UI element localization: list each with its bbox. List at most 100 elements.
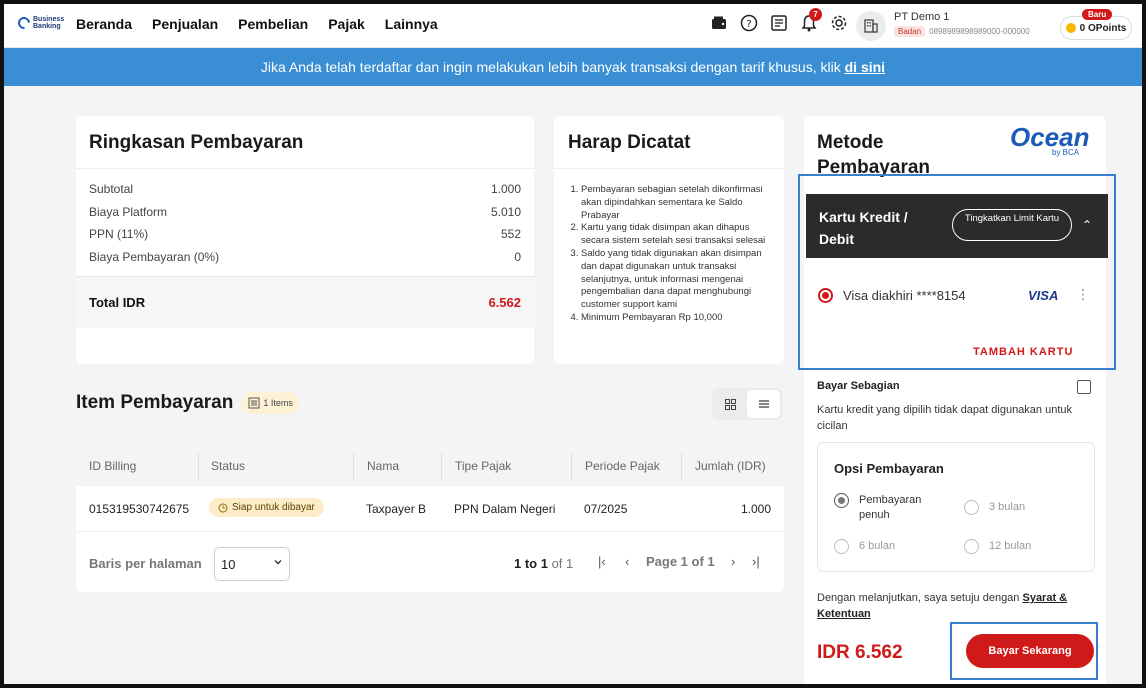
column-separator	[571, 454, 572, 480]
option-3-months[interactable]: 3 bulan	[964, 500, 1025, 515]
card-label: Visa diakhiri ****8154	[843, 288, 966, 303]
radio-button[interactable]	[964, 500, 979, 515]
column-header[interactable]: Nama	[367, 459, 399, 473]
notification-count-badge: 7	[809, 8, 822, 21]
nav-pajak[interactable]: Pajak	[328, 16, 365, 32]
status-badge: Siap untuk dibayar	[209, 498, 324, 517]
prev-page-icon[interactable]: ‹	[625, 554, 629, 569]
table-row[interactable]: 015319530742675 Siap untuk dibayar Taxpa…	[76, 486, 784, 532]
pay-button-highlight: Bayar Sekarang	[950, 622, 1098, 680]
page-range-start: 1 to	[514, 556, 541, 571]
option-12-months[interactable]: 12 bulan	[964, 539, 1031, 554]
brand-logo[interactable]: Business Banking	[15, 14, 67, 32]
banner-link[interactable]: di sini	[845, 59, 885, 75]
company-building-icon[interactable]	[856, 11, 886, 41]
total-value: 6.562	[488, 295, 521, 310]
summary-row: Subtotal 1.000	[89, 182, 521, 196]
partial-payment-checkbox[interactable]	[1077, 380, 1091, 394]
partial-payment-label: Bayar Sebagian	[817, 380, 900, 392]
radio-button[interactable]	[834, 539, 849, 554]
payment-options: Opsi Pembayaran Pembayaran penuh 3 bulan…	[817, 442, 1095, 572]
pay-now-button[interactable]: Bayar Sekarang	[966, 634, 1094, 668]
column-header[interactable]: Jumlah (IDR)	[695, 459, 766, 473]
column-header[interactable]: ID Billing	[89, 459, 136, 473]
summary-title: Ringkasan Pembayaran	[89, 132, 304, 153]
top-navbar: Business Banking Beranda Penjualan Pembe…	[4, 4, 1142, 48]
credit-card-title: Kartu Kredit / Debit	[819, 209, 908, 247]
company-switcher[interactable]: PT Demo 1 Badan 0898989898989000-000000	[894, 11, 1030, 37]
page-range-end: 1	[540, 556, 548, 571]
more-options-icon[interactable]: ⋮	[1076, 286, 1090, 303]
nav-beranda[interactable]: Beranda	[76, 16, 132, 32]
chevron-up-icon[interactable]: ⌃	[1082, 218, 1092, 232]
notes-title: Harap Dicatat	[568, 132, 691, 153]
divider	[76, 168, 534, 169]
options-title: Opsi Pembayaran	[834, 461, 944, 476]
nav-lainnya[interactable]: Lainnya	[385, 16, 438, 32]
items-header: Item Pembayaran 1 Items	[76, 392, 300, 414]
gear-icon[interactable]	[830, 14, 848, 32]
note-item: Kartu yang tidak disimpan akan dihapus s…	[581, 222, 769, 248]
option-6-months[interactable]: 6 bulan	[834, 539, 895, 554]
document-icon[interactable]	[770, 14, 788, 32]
company-id: 0898989898989000-000000	[929, 27, 1030, 36]
cell-name: Taxpayer B	[366, 502, 427, 516]
rows-per-page-value: 10	[221, 557, 236, 572]
method-title: Metode Pembayaran	[817, 132, 931, 178]
note-item: Minimum Pembayaran Rp 10,000	[581, 312, 769, 325]
nav-pembelian[interactable]: Pembelian	[238, 16, 308, 32]
points-label: 0 OPoints	[1079, 22, 1127, 34]
nav-penjualan[interactable]: Penjualan	[152, 16, 218, 32]
list-view-icon	[758, 400, 769, 408]
first-page-icon[interactable]: |‹	[598, 554, 606, 569]
card-radio[interactable]	[818, 288, 833, 303]
page-label: Page 1 of 1	[646, 554, 715, 569]
status-text: Siap untuk dibayar	[232, 502, 315, 513]
option-full-payment[interactable]: Pembayaran penuh	[834, 493, 944, 523]
column-header[interactable]: Status	[211, 459, 245, 473]
summary-row-label: PPN (11%)	[89, 227, 149, 241]
grid-icon	[725, 398, 736, 410]
svg-text:?: ?	[746, 19, 751, 30]
header-icons: ? 7	[710, 8, 848, 32]
credit-card-header[interactable]: Kartu Kredit / Debit Tingkatkan Limit Ka…	[806, 194, 1108, 258]
next-page-icon[interactable]: ›	[731, 554, 735, 569]
rows-per-page-label: Baris per halaman	[89, 556, 202, 571]
ocean-logo-sub: by BCA	[1052, 148, 1080, 157]
cell-period: 07/2025	[584, 502, 628, 516]
wallet-icon[interactable]	[710, 14, 728, 32]
total-label: Total IDR	[89, 295, 146, 310]
payment-method-card: Metode Pembayaran Ocean by BCA Kartu Kre…	[798, 116, 1116, 684]
saved-card-row[interactable]: Visa diakhiri ****8154 VISA ⋮	[818, 286, 1098, 308]
table-header: ID Billing Status Nama Tipe Pajak Period…	[76, 446, 784, 486]
radio-button[interactable]	[834, 493, 849, 508]
notes-card: Harap Dicatat Pembayaran sebagian setela…	[554, 116, 784, 364]
company-name: PT Demo 1	[894, 11, 950, 23]
cell-tax-type: PPN Dalam Negeri	[454, 502, 556, 516]
grid-view-button[interactable]	[714, 390, 747, 418]
payment-amount: IDR 6.562	[817, 642, 903, 663]
summary-row-label: Biaya Platform	[89, 205, 168, 219]
column-header[interactable]: Tipe Pajak	[455, 459, 511, 473]
upgrade-limit-button[interactable]: Tingkatkan Limit Kartu	[952, 209, 1072, 241]
main-nav: Beranda Penjualan Pembelian Pajak Lainny…	[76, 16, 438, 32]
summary-row-value: 552	[500, 227, 521, 241]
divider	[554, 168, 784, 169]
notification-bell-icon[interactable]: 7	[800, 8, 822, 32]
summary-row-label: Subtotal	[89, 182, 134, 196]
summary-row: Biaya Pembayaran (0%) 0	[89, 250, 521, 264]
radio-button[interactable]	[964, 539, 979, 554]
rows-per-page-select[interactable]: 10	[214, 547, 290, 581]
last-page-icon[interactable]: ›|	[752, 554, 760, 569]
add-card-button[interactable]: TAMBAH KARTU	[973, 346, 1073, 358]
help-icon[interactable]: ?	[740, 14, 758, 32]
summary-row: Biaya Platform 5.010	[89, 205, 521, 219]
notes-list: Pembayaran sebagian setelah dikonfirmasi…	[569, 184, 769, 325]
items-title: Item Pembayaran	[76, 392, 234, 413]
note-item: Saldo yang tidak digunakan akan disimpan…	[581, 248, 769, 312]
list-view-button[interactable]	[747, 390, 780, 418]
new-badge: Baru	[1082, 9, 1113, 20]
summary-row-value: 1.000	[490, 182, 521, 196]
column-header[interactable]: Periode Pajak	[585, 459, 660, 473]
chevron-down-icon	[274, 560, 282, 565]
